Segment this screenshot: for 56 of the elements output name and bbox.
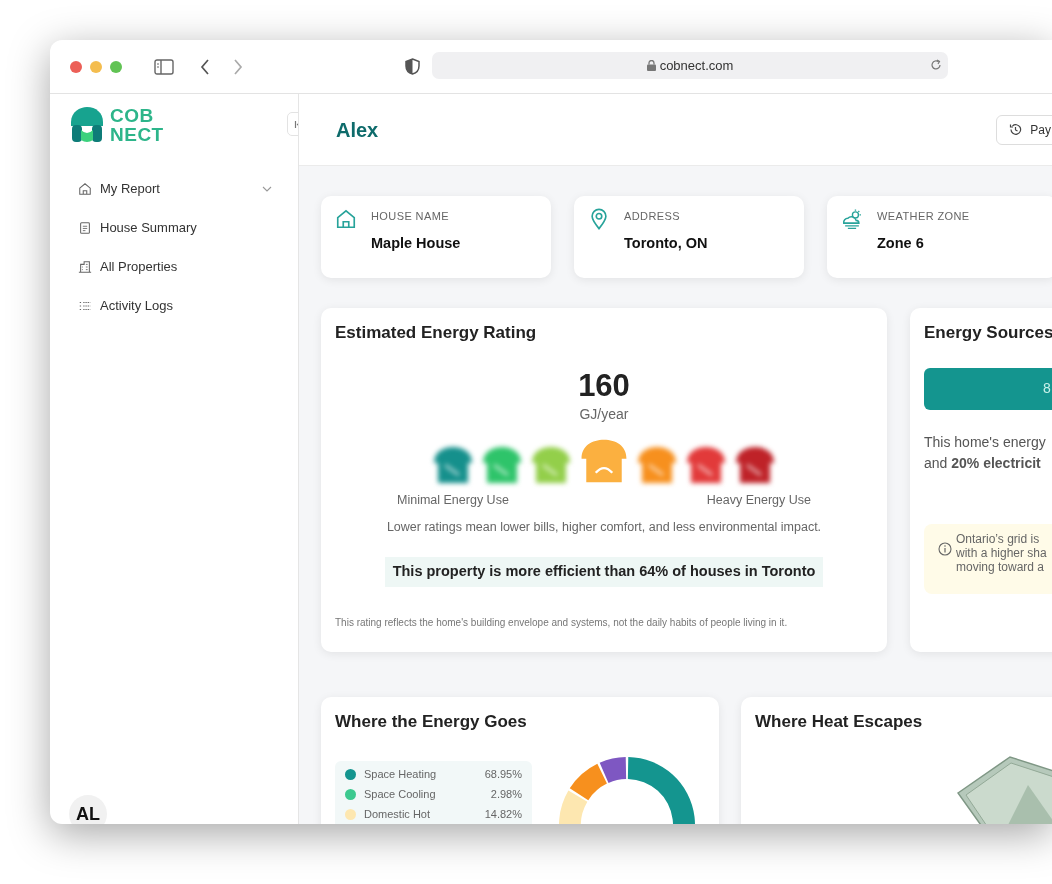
legend-value: 2.98%: [490, 787, 522, 803]
lock-icon: [646, 60, 656, 71]
card-title: Where Heat Escapes: [755, 711, 924, 733]
history-icon: [1009, 123, 1023, 136]
rating-footnote: This rating reflects the home's building envelope and systems, not the daily habits of people living in it.: [335, 615, 789, 630]
address-bar[interactable]: cobnect.com: [432, 52, 948, 79]
sidebar-toggle-icon[interactable]: [154, 58, 174, 75]
description-line: and 20% electricit: [924, 453, 1042, 473]
info-label: ADDRESS: [624, 209, 681, 224]
shield-icon[interactable]: [405, 58, 420, 75]
nav-item[interactable]: Activity Logs: [68, 286, 298, 325]
rating-note: Lower ratings mean lower bills, higher comfort, and less environmental impact.: [386, 519, 822, 537]
url-text: cobnect.com: [659, 56, 734, 75]
card-title: Estimated Energy Rating: [335, 322, 538, 344]
house-icon: [335, 208, 357, 230]
energy-source-bar: 8: [924, 367, 1052, 410]
card-title: Energy Sources: [924, 322, 1052, 344]
reload-icon[interactable]: [930, 59, 942, 71]
info-value: Maple House: [371, 233, 461, 253]
rating-unit: GJ/year: [579, 404, 629, 424]
description-line: This home's energy: [924, 432, 1047, 452]
legend-label: Space Heating: [364, 767, 437, 783]
logo-icon: [68, 106, 106, 144]
scale-low-label: Minimal Energy Use: [397, 491, 509, 509]
scale-high-label: Heavy Energy Use: [706, 491, 811, 509]
document-icon: [78, 220, 92, 235]
page-title: Alex: [336, 117, 379, 143]
info-text-line: Ontario’s grid is: [956, 531, 1041, 546]
info-icon: [938, 541, 952, 556]
info-text-line: with a higher sha: [956, 545, 1047, 560]
comparison-banner: This property is more efficient than 64% of houses in Toronto: [384, 557, 824, 587]
info-label: WEATHER ZONE: [877, 209, 970, 224]
location-pin-icon: [588, 208, 610, 230]
close-window-button[interactable]: [70, 60, 82, 73]
nav-item[interactable]: All Properties: [68, 247, 298, 286]
info-value: Toronto, ON: [624, 233, 708, 253]
back-icon[interactable]: [200, 58, 210, 75]
payment-button[interactable]: Pay: [996, 114, 1052, 145]
nav-item[interactable]: My Report: [68, 169, 298, 208]
building-icon: [78, 259, 92, 274]
info-text-line: moving toward a: [956, 559, 1046, 574]
nav-item[interactable]: House Summary: [68, 208, 298, 247]
user-avatar[interactable]: AL: [69, 795, 107, 824]
rating-value: 160: [578, 367, 630, 404]
logo-text: COB NECT: [110, 106, 164, 144]
legend-label: Space Cooling: [364, 787, 436, 803]
zoom-window-button[interactable]: [110, 60, 122, 73]
legend-value: 14.82%: [484, 807, 522, 823]
card-title: Where the Energy Goes: [335, 711, 528, 733]
info-value: Zone 6: [877, 233, 925, 253]
legend-value: 68.95%: [484, 767, 522, 783]
legend-label: Domestic Hot: [364, 807, 431, 823]
house-icon: [78, 181, 92, 196]
cloud-sun-icon: [841, 208, 863, 230]
forward-icon[interactable]: [233, 58, 243, 75]
info-label: HOUSE NAME: [371, 209, 450, 224]
